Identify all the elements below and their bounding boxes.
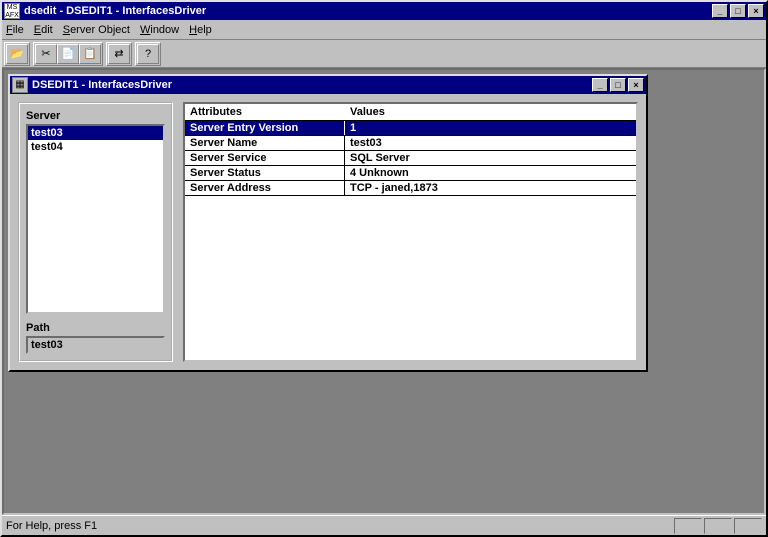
server-list-item[interactable]: test04 (28, 140, 163, 154)
toolbar-ping-button[interactable]: ⇄ (108, 44, 130, 64)
app-title: dsedit - DSEDIT1 - InterfacesDriver (24, 5, 710, 17)
attribute-row[interactable]: Server Status4 Unknown (185, 166, 636, 181)
attributes-panel: Attributes Values Server Entry Version1S… (183, 102, 638, 362)
toolbar: 📂 ✂ 📄 📋 ⇄ ? (2, 40, 766, 68)
status-text: For Help, press F1 (6, 520, 672, 532)
toolbar-cut-button[interactable]: ✂ (35, 44, 57, 64)
toolbar-open-button[interactable]: 📂 (6, 44, 28, 64)
child-window: ▦ DSEDIT1 - InterfacesDriver _ □ × Serve… (8, 74, 648, 372)
ping-icon: ⇄ (114, 47, 123, 60)
attribute-name: Server Address (185, 181, 345, 195)
child-body: Server test03test04 Path Attributes Valu… (10, 94, 646, 370)
paste-icon: 📋 (83, 47, 97, 60)
child-maximize-button[interactable]: □ (610, 78, 626, 92)
status-pane-2 (704, 518, 732, 534)
help-icon: ? (145, 48, 151, 60)
attribute-row[interactable]: Server ServiceSQL Server (185, 151, 636, 166)
toolbar-paste-button[interactable]: 📋 (79, 44, 101, 64)
attributes-body: Server Entry Version1Server Nametest03Se… (185, 121, 636, 360)
copy-icon: 📄 (61, 47, 75, 60)
header-attributes: Attributes (185, 104, 345, 120)
main-window: MSAFX dsedit - DSEDIT1 - InterfacesDrive… (0, 0, 768, 537)
attributes-header: Attributes Values (185, 104, 636, 121)
menu-window[interactable]: Window (140, 24, 179, 36)
close-button[interactable]: × (748, 4, 764, 18)
server-listbox[interactable]: test03test04 (26, 124, 165, 314)
minimize-button[interactable]: _ (712, 4, 728, 18)
attribute-value: test03 (345, 136, 636, 150)
path-input[interactable] (26, 336, 165, 354)
child-sys-icon[interactable]: ▦ (12, 77, 28, 93)
status-pane-1 (674, 518, 702, 534)
path-label: Path (26, 322, 165, 334)
attribute-value: TCP - janed,1873 (345, 181, 636, 195)
toolbar-help-button[interactable]: ? (137, 44, 159, 64)
menu-server-object[interactable]: Server Object (63, 24, 130, 36)
attribute-value: SQL Server (345, 151, 636, 165)
child-close-button[interactable]: × (628, 78, 644, 92)
statusbar: For Help, press F1 (2, 515, 766, 535)
attribute-value: 4 Unknown (345, 166, 636, 180)
server-list-item[interactable]: test03 (28, 126, 163, 140)
menu-file[interactable]: File (6, 24, 24, 36)
child-titlebar: ▦ DSEDIT1 - InterfacesDriver _ □ × (10, 76, 646, 94)
app-sys-icon[interactable]: MSAFX (4, 3, 20, 19)
attribute-row[interactable]: Server Nametest03 (185, 136, 636, 151)
attribute-name: Server Service (185, 151, 345, 165)
menu-edit[interactable]: Edit (34, 24, 53, 36)
attribute-name: Server Name (185, 136, 345, 150)
child-title: DSEDIT1 - InterfacesDriver (32, 79, 590, 91)
mdi-client-area: ▦ DSEDIT1 - InterfacesDriver _ □ × Serve… (2, 68, 766, 515)
cut-icon: ✂ (41, 47, 50, 60)
status-pane-3 (734, 518, 762, 534)
main-titlebar: MSAFX dsedit - DSEDIT1 - InterfacesDrive… (2, 2, 766, 20)
header-values: Values (345, 104, 636, 120)
open-icon: 📂 (10, 47, 24, 60)
menu-help[interactable]: Help (189, 24, 212, 36)
attribute-row[interactable]: Server AddressTCP - janed,1873 (185, 181, 636, 196)
attribute-value: 1 (345, 121, 636, 135)
attribute-name: Server Status (185, 166, 345, 180)
menubar: File Edit Server Object Window Help (2, 20, 766, 40)
maximize-button[interactable]: □ (730, 4, 746, 18)
child-minimize-button[interactable]: _ (592, 78, 608, 92)
server-label: Server (26, 110, 165, 122)
attribute-name: Server Entry Version (185, 121, 345, 135)
server-panel: Server test03test04 Path (18, 102, 173, 362)
toolbar-copy-button[interactable]: 📄 (57, 44, 79, 64)
attribute-row[interactable]: Server Entry Version1 (185, 121, 636, 136)
path-group: Path (26, 322, 165, 354)
